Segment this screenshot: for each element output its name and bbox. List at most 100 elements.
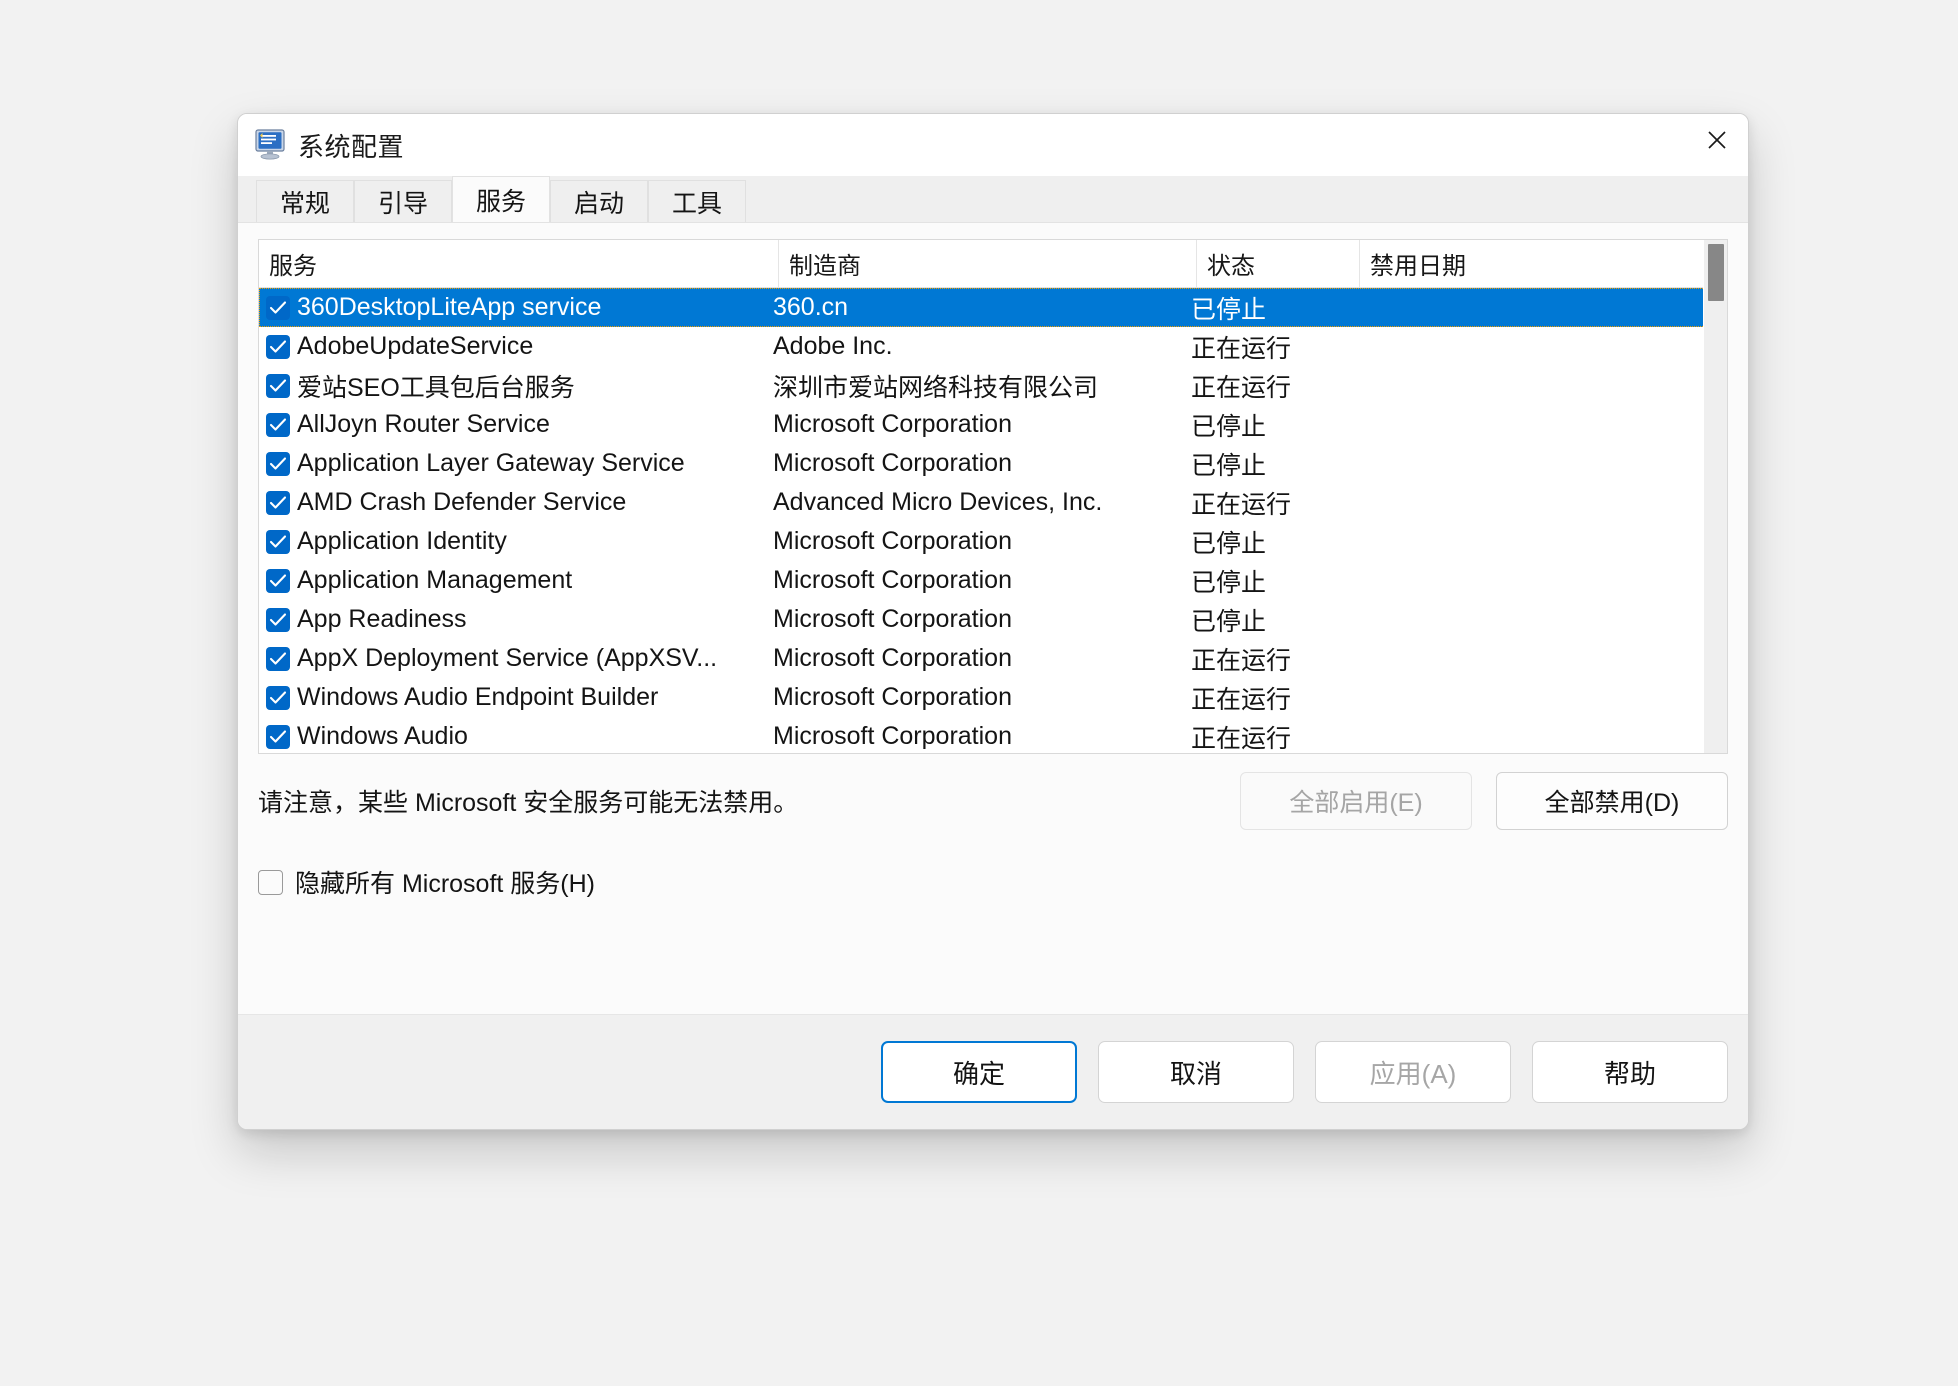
check-icon: [269, 612, 287, 626]
check-icon: [269, 378, 287, 392]
cell-status: 正在运行: [1191, 373, 1292, 402]
cell-manufacturer: Microsoft Corporation: [773, 566, 1012, 594]
cell-manufacturer: Microsoft Corporation: [773, 683, 1012, 711]
cell-status: 正在运行: [1191, 490, 1292, 519]
cell-manufacturer: Microsoft Corporation: [773, 410, 1012, 438]
system-configuration-window: 系统配置 常规 引导 服务 启动 工具 服务 制造商 状态 禁用日期 360De…: [237, 113, 1749, 1130]
check-icon: [269, 573, 287, 587]
cell-service: AppX Deployment Service (AppXSV...: [297, 644, 718, 672]
cell-manufacturer: 深圳市爱站网络科技有限公司: [773, 373, 1099, 402]
service-enabled-checkbox[interactable]: [266, 490, 290, 515]
column-header-manufacturer[interactable]: 制造商: [779, 240, 1197, 287]
cell-status: 正在运行: [1191, 685, 1292, 714]
window-title: 系统配置: [298, 131, 405, 162]
check-icon: [269, 339, 287, 353]
cell-status: 正在运行: [1191, 724, 1292, 753]
tab-strip: 常规 引导 服务 启动 工具: [238, 176, 1748, 223]
tab-startup[interactable]: 启动: [550, 180, 648, 222]
enable-all-button[interactable]: 全部启用(E): [1240, 772, 1472, 830]
cell-service: 爱站SEO工具包后台服务: [297, 373, 575, 402]
cell-status: 已停止: [1191, 607, 1267, 636]
check-icon: [269, 534, 287, 548]
bulk-action-buttons: 全部启用(E) 全部禁用(D): [1240, 772, 1728, 830]
services-list-scrollbar[interactable]: [1703, 240, 1727, 753]
service-enabled-checkbox[interactable]: [266, 451, 290, 476]
check-icon: [269, 729, 287, 743]
services-list-body[interactable]: 360DesktopLiteApp service 360.cn 已停止 AdobeU…: [259, 288, 1727, 753]
cell-manufacturer: Microsoft Corporation: [773, 644, 1012, 672]
services-note: 请注意，某些 Microsoft 安全服务可能无法禁用。: [258, 789, 799, 817]
service-enabled-checkbox[interactable]: [266, 646, 290, 671]
table-row[interactable]: Application Management Microsoft Corporat…: [259, 561, 1727, 600]
hide-microsoft-services-row[interactable]: 隐藏所有 Microsoft 服务(H): [258, 834, 1728, 900]
table-row[interactable]: AMD Crash Defender Service Advanced Micro…: [259, 483, 1727, 522]
cell-service: Application Layer Gateway Service: [297, 449, 685, 477]
cell-manufacturer: Microsoft Corporation: [773, 605, 1012, 633]
service-enabled-checkbox[interactable]: [266, 295, 290, 320]
cell-status: 已停止: [1191, 568, 1267, 597]
hide-microsoft-services-label: 隐藏所有 Microsoft 服务(H): [295, 870, 596, 898]
table-row[interactable]: 爱站SEO工具包后台服务 深圳市爱站网络科技有限公司 正在运行: [259, 366, 1727, 405]
service-enabled-checkbox[interactable]: [266, 412, 290, 437]
cell-service: Application Management: [297, 566, 573, 594]
cell-status: 正在运行: [1191, 646, 1292, 675]
table-row[interactable]: Windows Audio Microsoft Corporation 正在运行: [259, 717, 1727, 753]
cancel-button[interactable]: 取消: [1098, 1041, 1294, 1103]
table-row[interactable]: AppX Deployment Service (AppXSV... Micros…: [259, 639, 1727, 678]
cell-service: AllJoyn Router Service: [297, 410, 550, 438]
table-row[interactable]: Windows Audio Endpoint Builder Microsoft …: [259, 678, 1727, 717]
cell-service: AdobeUpdateService: [297, 332, 534, 360]
service-enabled-checkbox[interactable]: [266, 529, 290, 554]
column-header-service[interactable]: 服务: [259, 240, 779, 287]
table-row[interactable]: Application Layer Gateway Service Microso…: [259, 444, 1727, 483]
hide-microsoft-services-checkbox[interactable]: [258, 869, 283, 895]
cell-service: 360DesktopLiteApp service: [297, 293, 602, 321]
service-enabled-checkbox[interactable]: [266, 334, 290, 359]
disable-all-button[interactable]: 全部禁用(D): [1496, 772, 1728, 830]
table-row[interactable]: AdobeUpdateService Adobe Inc. 正在运行: [259, 327, 1727, 366]
table-row[interactable]: App Readiness Microsoft Corporation 已停止: [259, 600, 1727, 639]
service-enabled-checkbox[interactable]: [266, 373, 290, 398]
check-icon: [269, 300, 287, 314]
scrollbar-thumb[interactable]: [1708, 244, 1724, 301]
tab-services[interactable]: 服务: [452, 176, 550, 222]
cell-service: AMD Crash Defender Service: [297, 488, 627, 516]
services-list-header: 服务 制造商 状态 禁用日期: [259, 240, 1727, 288]
close-icon: [1708, 131, 1726, 149]
check-icon: [269, 456, 287, 470]
title-bar: 系统配置: [238, 114, 1748, 176]
help-button[interactable]: 帮助: [1532, 1041, 1728, 1103]
tab-tools[interactable]: 工具: [648, 180, 746, 222]
table-row[interactable]: AllJoyn Router Service Microsoft Corporat…: [259, 405, 1727, 444]
service-enabled-checkbox[interactable]: [266, 685, 290, 710]
service-enabled-checkbox[interactable]: [266, 568, 290, 593]
computer-monitor-icon: [254, 129, 288, 161]
note-and-bulk-actions-row: 请注意，某些 Microsoft 安全服务可能无法禁用。 全部启用(E) 全部禁…: [258, 754, 1728, 834]
services-panel: 服务 制造商 状态 禁用日期 360DesktopLiteApp service…: [238, 223, 1748, 1014]
table-row[interactable]: Application Identity Microsoft Corporatio…: [259, 522, 1727, 561]
cell-service: Windows Audio: [297, 722, 468, 750]
cell-status: 已停止: [1191, 451, 1267, 480]
apply-button[interactable]: 应用(A): [1315, 1041, 1511, 1103]
ok-button[interactable]: 确定: [881, 1041, 1077, 1103]
cell-manufacturer: Advanced Micro Devices, Inc.: [773, 488, 1103, 516]
cell-service: App Readiness: [297, 605, 467, 633]
cell-service: Application Identity: [297, 527, 507, 555]
close-button[interactable]: [1686, 114, 1748, 166]
column-header-disabled-date[interactable]: 禁用日期: [1360, 240, 1660, 287]
column-header-status[interactable]: 状态: [1197, 240, 1360, 287]
cell-manufacturer: Microsoft Corporation: [773, 722, 1012, 750]
check-icon: [269, 690, 287, 704]
tab-general[interactable]: 常规: [256, 180, 354, 222]
tab-boot[interactable]: 引导: [354, 180, 452, 222]
check-icon: [269, 417, 287, 431]
dialog-footer: 确定 取消 应用(A) 帮助: [238, 1014, 1748, 1129]
cell-manufacturer: Microsoft Corporation: [773, 527, 1012, 555]
cell-status: 已停止: [1191, 295, 1267, 324]
services-list: 服务 制造商 状态 禁用日期 360DesktopLiteApp service…: [258, 239, 1728, 754]
cell-status: 已停止: [1191, 529, 1267, 558]
cell-status: 已停止: [1191, 412, 1267, 441]
service-enabled-checkbox[interactable]: [266, 607, 290, 632]
table-row[interactable]: 360DesktopLiteApp service 360.cn 已停止: [259, 288, 1727, 327]
service-enabled-checkbox[interactable]: [266, 724, 290, 749]
